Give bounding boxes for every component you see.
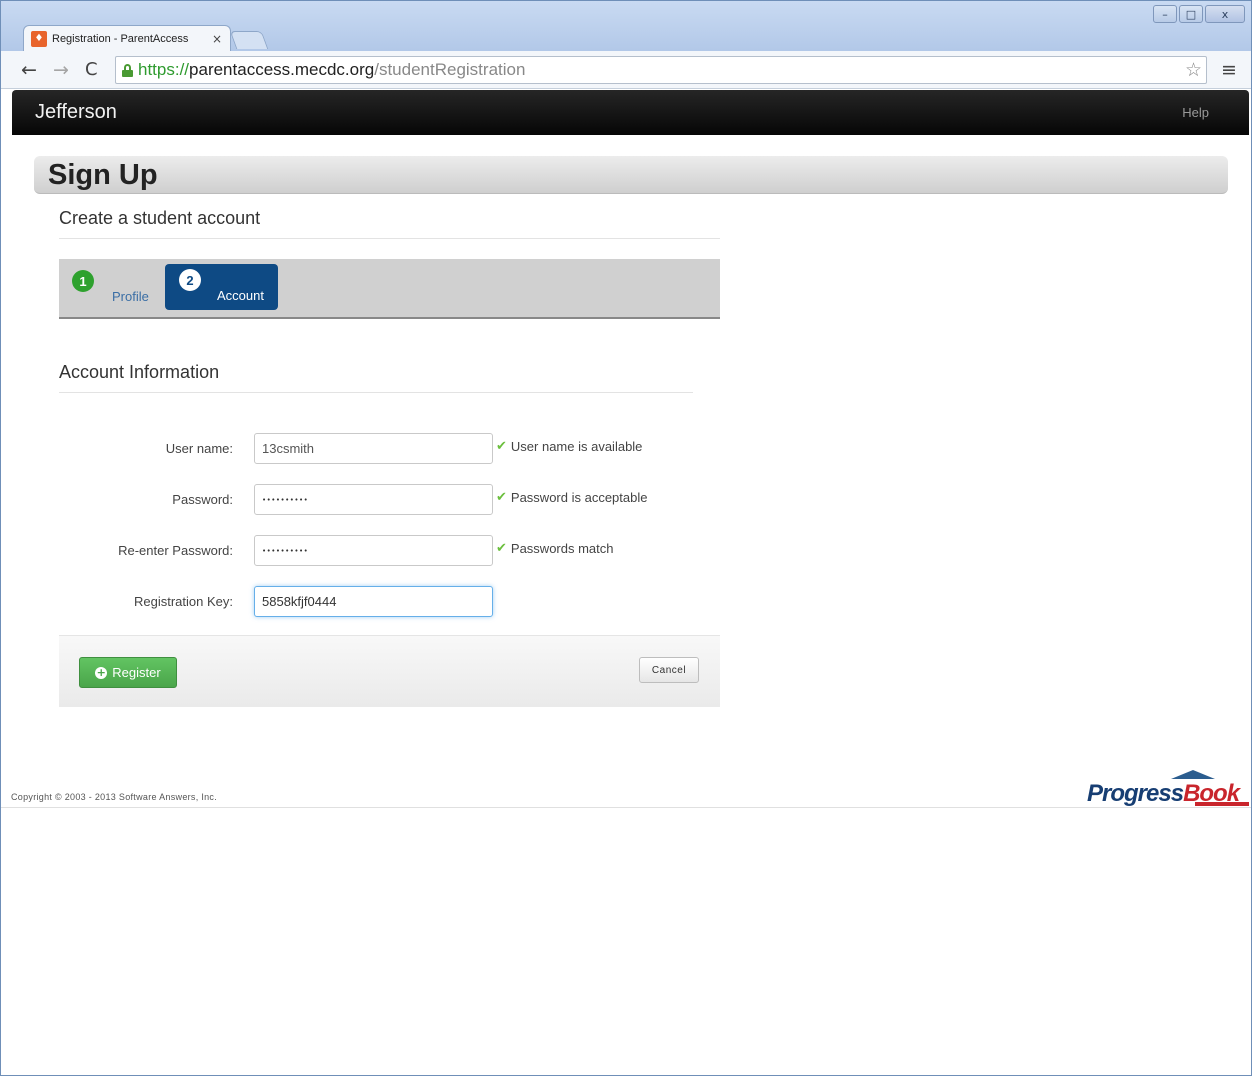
page-footer: Copyright © 2003 - 2013 Software Answers…	[1, 766, 1251, 808]
password-input[interactable]	[254, 484, 493, 515]
maximize-button[interactable]: □	[1179, 5, 1203, 23]
brand-name[interactable]: Jefferson	[35, 101, 117, 124]
copyright-text: Copyright © 2003 - 2013 Software Answers…	[11, 792, 218, 802]
section-subtitle: Create a student account	[59, 208, 261, 228]
username-input[interactable]	[254, 433, 493, 464]
forward-icon[interactable]: →	[53, 59, 69, 81]
close-window-button[interactable]: x	[1205, 5, 1245, 23]
registration-key-label: Registration Key:	[134, 594, 233, 609]
wizard-step-profile[interactable]: 1 Profile	[72, 265, 149, 311]
check-icon: ✔	[496, 490, 507, 505]
form-actions: + Register Cancel	[59, 635, 720, 707]
new-tab-button[interactable]	[229, 31, 269, 49]
browser-menu-icon[interactable]: ≡	[1221, 59, 1237, 81]
graduation-cap-icon	[1171, 770, 1215, 779]
username-label: User name:	[165, 441, 233, 456]
address-bar[interactable]: https:// parentaccess.mecdc.org /student…	[115, 56, 1207, 84]
tab-title: Registration - ParentAccess	[52, 32, 189, 45]
cancel-button[interactable]: Cancel	[639, 657, 699, 683]
wizard-step-account[interactable]: 2 Account	[165, 264, 278, 310]
reenter-password-input[interactable]	[254, 535, 493, 566]
password-row: Password: ✔ Password is acceptable	[59, 484, 759, 516]
plus-circle-icon: +	[95, 665, 108, 679]
app-navbar: Jefferson Help	[12, 90, 1249, 135]
divider	[59, 392, 693, 393]
minimize-button[interactable]: –	[1153, 5, 1177, 23]
window-controls: – □ x	[1153, 5, 1245, 23]
page-header: Sign Up	[34, 156, 1228, 194]
favicon-icon: ♦	[31, 30, 47, 47]
browser-tab[interactable]: ♦ Registration - ParentAccess ×	[23, 25, 231, 51]
reload-icon[interactable]: C	[85, 59, 98, 81]
check-icon: ✔	[496, 541, 507, 556]
username-status: ✔ User name is available	[496, 439, 642, 454]
password-status-text: Password is acceptable	[510, 490, 648, 505]
url-host: parentaccess.mecdc.org	[189, 60, 375, 79]
step-number-badge: 2	[179, 269, 201, 291]
reenter-password-status: ✔ Passwords match	[496, 541, 614, 556]
logo-progress: Progress	[1087, 780, 1184, 807]
logo-underline	[1195, 802, 1249, 806]
tab-close-icon[interactable]: ×	[212, 32, 222, 46]
bookmark-star-icon[interactable]: ☆	[1185, 59, 1202, 81]
url-scheme: https://	[138, 60, 190, 79]
lock-icon	[122, 63, 133, 77]
account-info-heading: Account Information	[59, 362, 220, 382]
back-icon[interactable]: ←	[21, 59, 37, 81]
check-icon: ✔	[496, 439, 507, 454]
divider	[59, 238, 720, 239]
help-link[interactable]: Help	[1182, 105, 1209, 120]
password-label: Password:	[172, 492, 233, 507]
browser-window: ♦ Registration - ParentAccess × – □ x ← …	[0, 0, 1252, 1076]
password-status: ✔ Password is acceptable	[496, 490, 647, 505]
wizard-steps: 1 Profile 2 Account	[59, 259, 720, 319]
reenter-password-label: Re-enter Password:	[118, 543, 233, 558]
page-title: Sign Up	[48, 159, 158, 191]
reenter-password-status-text: Passwords match	[510, 541, 614, 556]
register-label: Register	[112, 665, 161, 680]
step-label: Profile	[112, 288, 149, 304]
step-label: Account	[217, 287, 264, 303]
browser-toolbar: ← → C https:// parentaccess.mecdc.org /s…	[1, 51, 1251, 89]
registration-key-input[interactable]	[254, 586, 493, 617]
register-button[interactable]: + Register	[79, 657, 177, 688]
username-status-text: User name is available	[510, 439, 643, 454]
registration-key-row: Registration Key:	[59, 586, 759, 618]
reenter-password-row: Re-enter Password: ✔ Passwords match	[59, 535, 759, 567]
progressbook-logo: ProgressBook	[1087, 770, 1249, 807]
title-bar: ♦ Registration - ParentAccess × – □ x	[1, 1, 1251, 51]
step-number-badge: 1	[72, 270, 94, 292]
username-row: User name: ✔ User name is available	[59, 433, 759, 465]
url-path: /studentRegistration	[374, 60, 526, 79]
